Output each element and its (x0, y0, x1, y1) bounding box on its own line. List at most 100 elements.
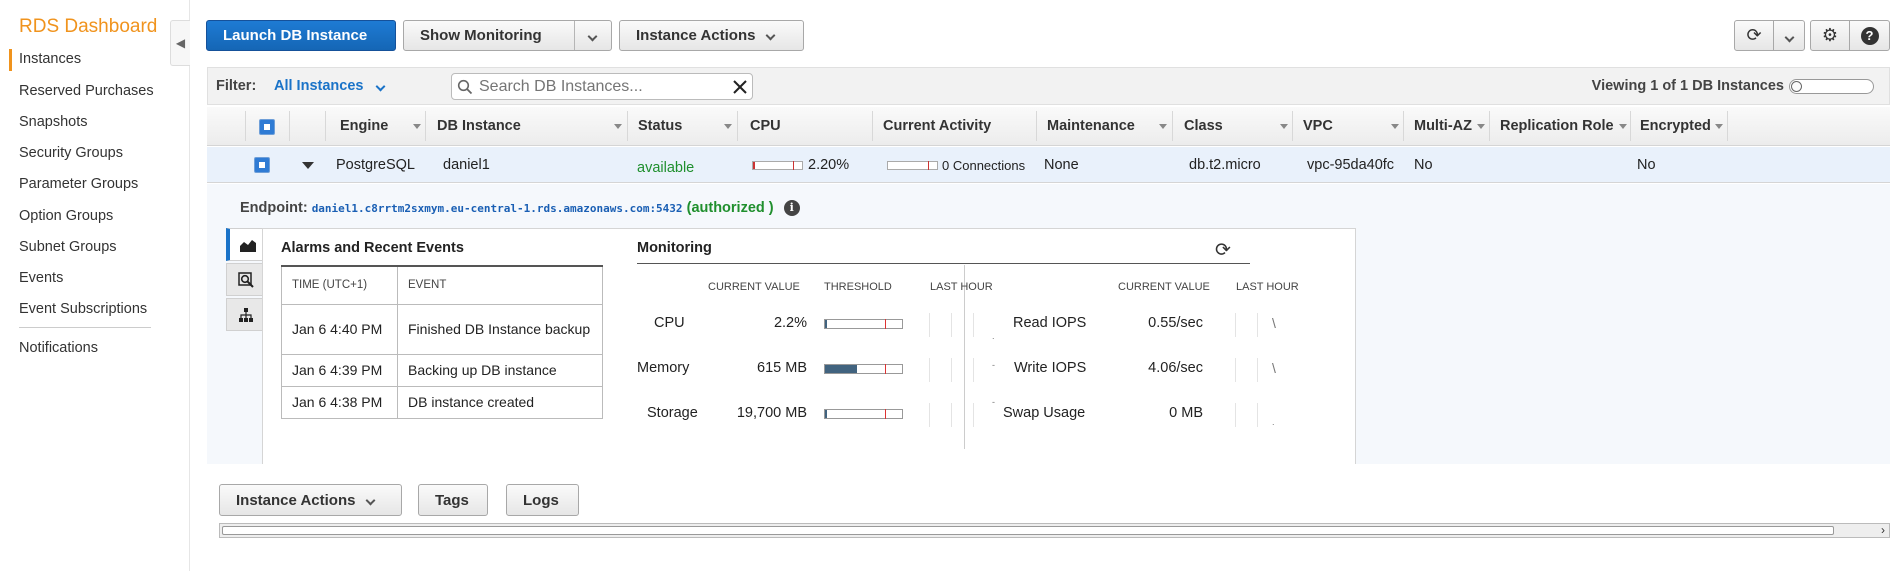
tags-button[interactable]: Tags (418, 484, 488, 516)
sidebar-item-snapshots[interactable]: Snapshots (19, 114, 88, 130)
column-header-time: TIME (UTC+1) (281, 265, 398, 305)
threshold-bar-fill (825, 320, 827, 328)
filter-dropdown[interactable]: All Instances (274, 78, 386, 94)
expand-row-icon[interactable] (302, 162, 314, 169)
sidebar-item-events[interactable]: Events (19, 270, 63, 286)
sidebar-item-security-groups[interactable]: Security Groups (19, 145, 123, 161)
search-box (451, 73, 753, 100)
cell-db-instance[interactable]: daniel1 (443, 157, 490, 173)
threshold-bar-cpu (824, 319, 903, 329)
table-row[interactable]: PostgreSQL daniel1 available 2.20% 0 Con… (207, 147, 1890, 183)
table-row: Jan 6 4:38 PM DB instance created (281, 385, 603, 419)
cpu-threshold-mark (793, 161, 794, 170)
column-header-replication-role[interactable]: Replication Role (1500, 118, 1614, 134)
refresh-options-button[interactable] (1773, 20, 1805, 51)
column-header-current-activity[interactable]: Current Activity (883, 118, 991, 134)
slider-knob[interactable] (1791, 81, 1802, 92)
column-header-multi-az[interactable]: Multi-AZ (1414, 118, 1472, 134)
sidebar: RDS Dashboard Instances Reserved Purchas… (0, 0, 190, 571)
clear-search-icon[interactable] (733, 80, 747, 94)
refresh-button[interactable]: ⟳ (1734, 20, 1774, 51)
column-header-db-instance[interactable]: DB Instance (437, 118, 521, 134)
tab-monitoring[interactable] (226, 228, 266, 261)
sort-icon[interactable] (1715, 124, 1723, 129)
endpoint-label: Endpoint: (240, 200, 308, 216)
horizontal-scrollbar[interactable]: › (219, 523, 1890, 538)
sort-icon[interactable] (1619, 124, 1627, 129)
sparkline-cpu: . (929, 313, 999, 341)
tags-button-label: Tags (435, 491, 469, 509)
sidebar-item-event-subscriptions[interactable]: Event Subscriptions (19, 301, 147, 317)
sidebar-item-instances[interactable]: Instances (8, 49, 81, 71)
column-header-engine[interactable]: Engine (340, 118, 388, 134)
cell-class: db.t2.micro (1189, 157, 1261, 173)
instance-actions-label: Instance Actions (636, 27, 756, 44)
column-header-encrypted[interactable]: Encrypted (1640, 118, 1711, 134)
chevron-down-icon (376, 78, 386, 94)
event-time: Jan 6 4:40 PM (281, 303, 398, 355)
alarms-table: TIME (UTC+1) EVENT Jan 6 4:40 PM Finishe… (281, 265, 603, 419)
column-header-cpu[interactable]: CPU (750, 118, 781, 134)
gear-icon: ⚙ (1821, 25, 1839, 45)
column-header-vpc[interactable]: VPC (1303, 118, 1333, 134)
scrollbar-thumb[interactable] (222, 526, 1834, 535)
launch-db-instance-button[interactable]: Launch DB Instance (206, 20, 396, 51)
monitoring-col-current: CURRENT VALUE (1118, 281, 1210, 293)
monitoring-col-last-hour: LAST HOUR (1236, 281, 1299, 293)
endpoint-url[interactable]: daniel1.c8rrtm2sxmym.eu-central-1.rds.am… (312, 202, 683, 215)
settings-button[interactable]: ⚙ (1810, 20, 1850, 51)
collapse-sidebar-button[interactable]: ◀ (170, 20, 190, 66)
sort-icon[interactable] (1477, 124, 1485, 129)
instance-actions-bottom-button[interactable]: Instance Actions (219, 484, 402, 516)
sort-icon[interactable] (1391, 124, 1399, 129)
logs-button[interactable]: Logs (506, 484, 579, 516)
column-header-status[interactable]: Status (638, 118, 682, 134)
column-divider (1036, 111, 1037, 141)
tab-topology[interactable] (226, 298, 266, 331)
sort-icon[interactable] (1159, 124, 1167, 129)
show-monitoring-button[interactable]: Show Monitoring (403, 20, 612, 51)
metric-label-storage: Storage (647, 405, 698, 421)
event-text: DB instance created (397, 385, 603, 419)
instance-actions-button[interactable]: Instance Actions (619, 20, 804, 51)
threshold-mark (885, 319, 886, 329)
column-divider (737, 111, 738, 141)
scroll-right-icon[interactable]: › (1881, 523, 1885, 537)
sidebar-item-option-groups[interactable]: Option Groups (19, 208, 113, 224)
column-header-class[interactable]: Class (1184, 118, 1223, 134)
sparkline-memory: - (929, 358, 999, 382)
authorization-status[interactable]: authorized (691, 200, 764, 216)
threshold-bar-storage (824, 409, 903, 419)
sidebar-item-subnet-groups[interactable]: Subnet Groups (19, 239, 117, 255)
select-all-checkbox[interactable] (259, 119, 275, 135)
column-divider (289, 111, 290, 141)
view-toggle-slider[interactable] (1789, 79, 1874, 94)
sort-icon[interactable] (614, 124, 622, 129)
sidebar-item-parameter-groups[interactable]: Parameter Groups (19, 176, 138, 192)
sidebar-item-notifications[interactable]: Notifications (19, 340, 98, 356)
sort-icon[interactable] (724, 124, 732, 129)
sparkline-write-iops: \ (1235, 358, 1305, 382)
sort-icon[interactable] (413, 124, 421, 129)
column-divider (1630, 111, 1631, 141)
tab-details[interactable] (226, 263, 266, 296)
cell-vpc[interactable]: vpc-95da40fc (1307, 157, 1394, 173)
info-icon[interactable]: i (783, 200, 800, 217)
metric-label-swap-usage: Swap Usage (1003, 405, 1086, 421)
refresh-icon[interactable]: ⟳ (1215, 239, 1231, 262)
metric-value-read-iops: 0.55/sec (1148, 315, 1203, 331)
sort-icon[interactable] (1280, 124, 1288, 129)
chevron-down-icon[interactable] (587, 27, 598, 44)
column-header-maintenance[interactable]: Maintenance (1047, 118, 1135, 134)
split-divider (574, 21, 575, 50)
row-checkbox[interactable] (254, 157, 270, 173)
sidebar-title[interactable]: RDS Dashboard (19, 16, 157, 38)
cell-cpu: 2.20% (808, 157, 850, 173)
help-button[interactable]: ? (1849, 20, 1890, 51)
status-badge: available (637, 160, 695, 176)
threshold-mark (885, 409, 886, 419)
search-input[interactable] (477, 76, 727, 97)
metric-value-write-iops: 4.06/sec (1148, 360, 1203, 376)
sidebar-item-reserved-purchases[interactable]: Reserved Purchases (19, 83, 154, 99)
cell-encrypted: No (1637, 157, 1656, 173)
